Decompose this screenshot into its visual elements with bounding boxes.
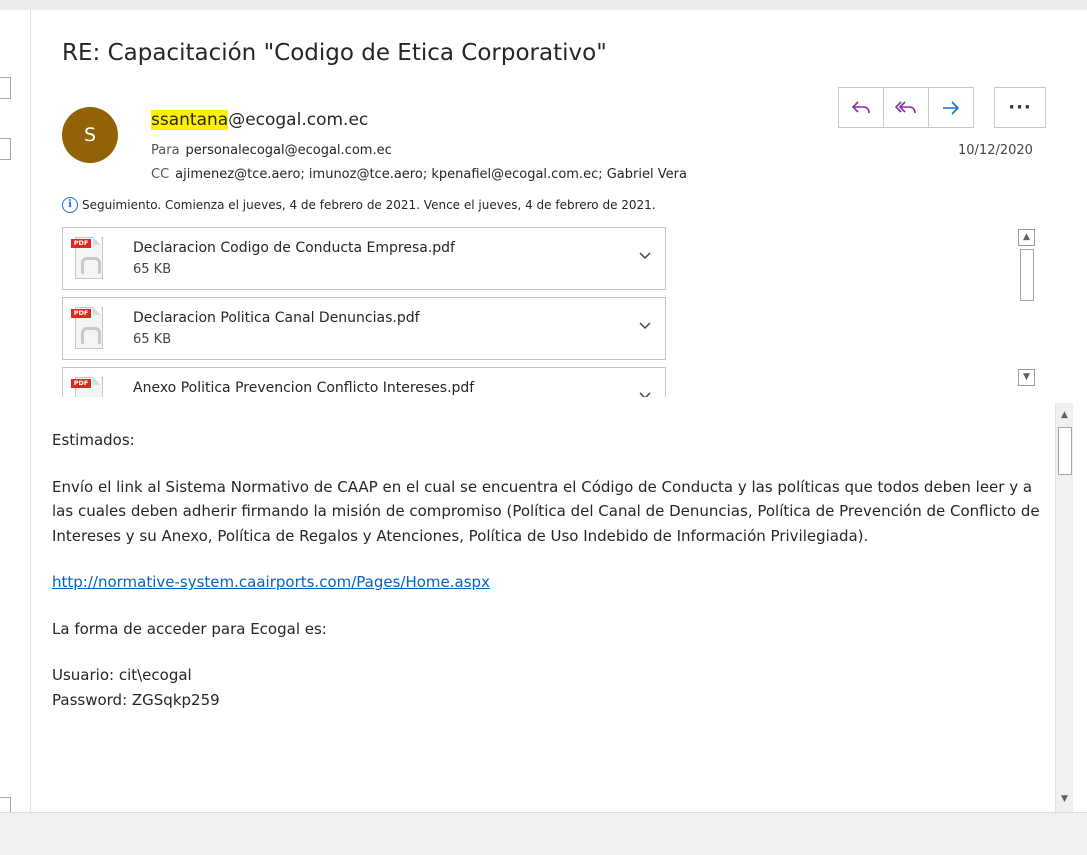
attachment-item[interactable]: PDF Declaracion Codigo de Conducta Empre… bbox=[62, 227, 666, 290]
more-actions-button[interactable]: ··· bbox=[994, 87, 1046, 128]
scroll-up-arrow-icon[interactable]: ▲ bbox=[1018, 229, 1035, 246]
scroll-thumb[interactable] bbox=[1020, 249, 1034, 301]
pdf-tag: PDF bbox=[71, 239, 91, 248]
scroll-up-arrow-icon[interactable]: ▲ bbox=[1056, 407, 1073, 424]
cc-recipients[interactable]: ajimenez@tce.aero; imunoz@tce.aero; kpen… bbox=[175, 167, 687, 182]
forward-button[interactable] bbox=[929, 88, 973, 127]
cc-label: CC bbox=[151, 167, 170, 182]
avatar-initial: S bbox=[83, 124, 97, 146]
info-icon: i bbox=[62, 197, 78, 213]
to-label: Para bbox=[151, 143, 180, 158]
left-panel-tab[interactable] bbox=[0, 138, 11, 160]
pdf-tag: PDF bbox=[71, 379, 91, 388]
to-line: Para personalecogal@ecogal.com.ec bbox=[151, 143, 392, 158]
to-recipients[interactable]: personalecogal@ecogal.com.ec bbox=[186, 143, 392, 158]
scroll-down-arrow-icon[interactable]: ▼ bbox=[1056, 791, 1073, 808]
attachment-name: Declaracion Politica Canal Denuncias.pdf bbox=[133, 310, 420, 326]
sent-date: 10/12/2020 bbox=[958, 143, 1033, 158]
attachment-name: Declaracion Codigo de Conducta Empresa.p… bbox=[133, 240, 455, 256]
attachment-size: 65 KB bbox=[133, 262, 172, 277]
sender-avatar[interactable]: S bbox=[62, 107, 118, 163]
normative-system-link[interactable]: http://normative-system.caairports.com/P… bbox=[52, 573, 490, 591]
body-user-line: Usuario: cit\ecogal bbox=[52, 666, 192, 684]
body-scrollbar[interactable]: ▲ ▼ bbox=[1055, 403, 1073, 812]
followup-flag: i Seguimiento. Comienza el jueves, 4 de … bbox=[62, 197, 656, 213]
body-paragraph: Envío el link al Sistema Normativo de CA… bbox=[52, 477, 1040, 545]
forward-icon bbox=[943, 100, 960, 115]
bottom-bar bbox=[0, 812, 1087, 855]
top-bar bbox=[0, 0, 1087, 10]
body-password-line: Password: ZGSqkp259 bbox=[52, 690, 220, 709]
pdf-tag: PDF bbox=[71, 309, 91, 318]
scroll-down-arrow-icon[interactable]: ▼ bbox=[1018, 369, 1035, 386]
reply-button[interactable] bbox=[839, 88, 884, 127]
reply-icon bbox=[851, 100, 870, 113]
chevron-down-icon[interactable] bbox=[638, 316, 652, 335]
attachment-name: Anexo Politica Prevencion Conflicto Inte… bbox=[133, 380, 475, 396]
reply-all-button[interactable] bbox=[884, 88, 929, 127]
more-icon: ··· bbox=[1008, 97, 1032, 118]
sender-domain: @ecogal.com.ec bbox=[228, 110, 369, 130]
pdf-file-icon: PDF bbox=[71, 375, 103, 397]
chevron-down-icon[interactable] bbox=[638, 246, 652, 265]
pdf-file-icon: PDF bbox=[71, 235, 103, 279]
pdf-file-icon: PDF bbox=[71, 305, 103, 349]
attachment-size: 65 KB bbox=[133, 332, 172, 347]
sender-name-highlight: ssantana bbox=[151, 110, 229, 130]
chevron-down-icon[interactable] bbox=[638, 386, 652, 397]
reply-all-icon bbox=[895, 100, 916, 113]
message-actions bbox=[838, 87, 974, 128]
attachment-item[interactable]: PDF Anexo Politica Prevencion Conflicto … bbox=[62, 367, 666, 397]
body-access-intro: La forma de acceder para Ecogal es: bbox=[52, 619, 327, 638]
body-greeting: Estimados: bbox=[52, 431, 135, 449]
sender-address[interactable]: ssantana@ecogal.com.ec bbox=[151, 110, 368, 130]
left-panel-edge bbox=[0, 10, 31, 819]
scroll-thumb[interactable] bbox=[1058, 427, 1072, 475]
attachments-list: PDF Declaracion Codigo de Conducta Empre… bbox=[62, 227, 666, 397]
email-subject: RE: Capacitación "Codigo de Etica Corpor… bbox=[62, 40, 607, 66]
followup-text: Seguimiento. Comienza el jueves, 4 de fe… bbox=[82, 198, 656, 212]
message-body: Estimados: Envío el link al Sistema Norm… bbox=[52, 428, 1042, 712]
attachment-item[interactable]: PDF Declaracion Politica Canal Denuncias… bbox=[62, 297, 666, 360]
cc-line: CC ajimenez@tce.aero; imunoz@tce.aero; kp… bbox=[151, 167, 687, 182]
left-panel-tab[interactable] bbox=[0, 77, 11, 99]
attachments-scrollbar[interactable]: ▲ ▼ bbox=[1018, 227, 1035, 397]
